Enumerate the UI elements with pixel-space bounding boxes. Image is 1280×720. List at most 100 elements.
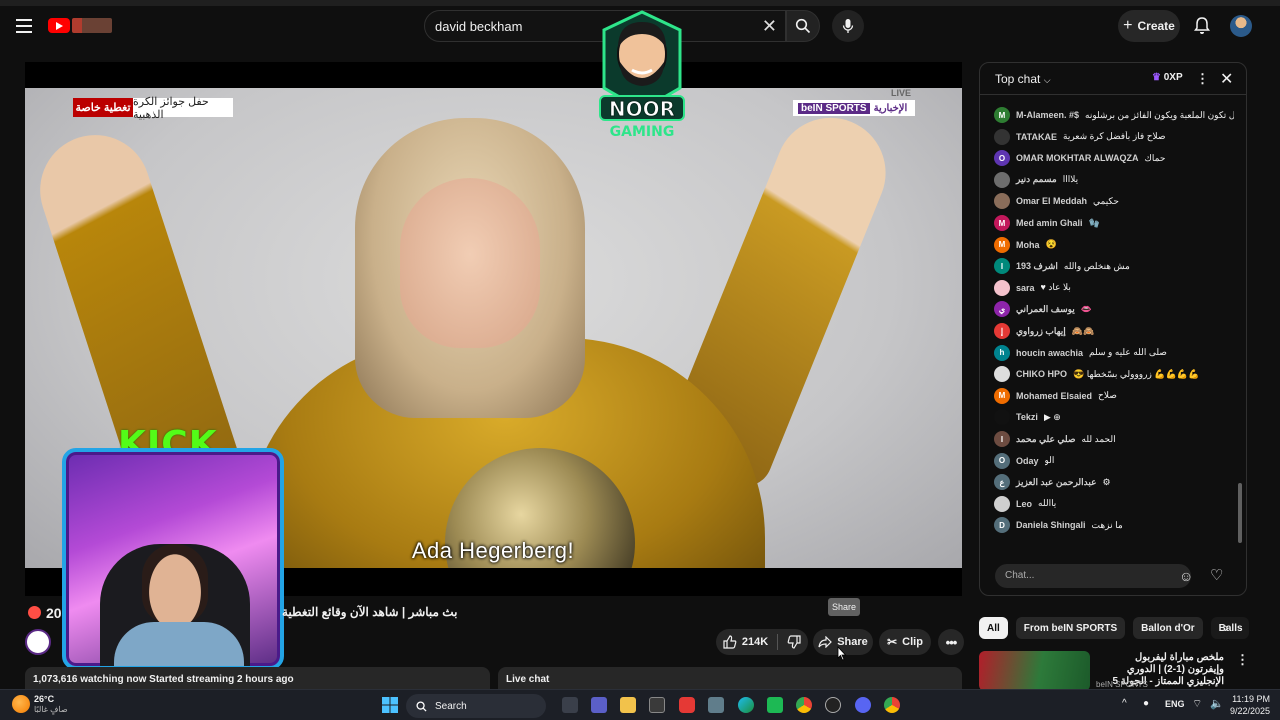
- chat-author-name[interactable]: Tekzi: [1016, 412, 1038, 422]
- chat-message[interactable]: O Oday الو: [994, 452, 1234, 470]
- voice-search-button[interactable]: [832, 10, 864, 42]
- related-video-thumbnail[interactable]: [979, 651, 1090, 691]
- chat-author-avatar[interactable]: M: [994, 236, 1010, 253]
- tray-expand-icon[interactable]: ^: [1122, 698, 1127, 709]
- emoji-icon[interactable]: ☺: [1179, 568, 1193, 584]
- hamburger-menu-icon[interactable]: [16, 19, 32, 33]
- create-button[interactable]: + Create: [1118, 10, 1180, 42]
- clip-button[interactable]: ✂ Clip: [879, 629, 931, 655]
- chat-author-avatar[interactable]: M: [994, 215, 1010, 231]
- chat-author-name[interactable]: Mohamed Elsaied: [1016, 391, 1092, 401]
- chat-options-icon[interactable]: ⋮: [1196, 71, 1209, 87]
- chat-message[interactable]: sara ♥ بلا عاد: [994, 279, 1234, 297]
- chat-author-name[interactable]: عبدالرحمن عبد العزيز: [1016, 477, 1096, 488]
- app-icon-1[interactable]: [708, 697, 724, 713]
- chat-author-name[interactable]: OMAR MOKHTAR ALWAQZA: [1016, 153, 1138, 163]
- youtube-logo[interactable]: [48, 18, 70, 33]
- clock-date[interactable]: 9/22/2025: [1230, 706, 1270, 716]
- chat-message[interactable]: M Med amin Ghali 🧤: [994, 214, 1234, 232]
- channel-avatar[interactable]: [25, 629, 51, 655]
- chrome-profile-icon[interactable]: [884, 697, 900, 713]
- close-chat-icon[interactable]: ✕: [1220, 69, 1233, 89]
- chat-message[interactable]: h houcin awachia صلى الله عليه و سلم: [994, 344, 1234, 362]
- chat-author-avatar[interactable]: [994, 495, 1010, 512]
- chips-next-icon[interactable]: ›: [1224, 619, 1229, 635]
- taskbar-search[interactable]: Search: [406, 694, 546, 718]
- chat-scrollbar[interactable]: [1238, 483, 1242, 543]
- chat-message[interactable]: O OMAR MOKHTAR ALWAQZA حماك: [994, 149, 1234, 167]
- chat-author-avatar[interactable]: ع: [994, 474, 1010, 491]
- chat-author-name[interactable]: Moha: [1016, 240, 1040, 250]
- chat-author-name[interactable]: Oday: [1016, 456, 1039, 466]
- chat-author-avatar[interactable]: I: [994, 258, 1010, 275]
- chat-author-name[interactable]: TATAKAE: [1016, 132, 1057, 142]
- chat-message[interactable]: I صلي علي محمد الحمد لله: [994, 430, 1234, 448]
- chip-balls[interactable]: Balls: [1210, 617, 1249, 639]
- chat-author-name[interactable]: صلي علي محمد: [1016, 434, 1076, 445]
- chat-author-avatar[interactable]: M: [994, 107, 1010, 123]
- windows-start-icon[interactable]: [382, 697, 398, 713]
- media-player-icon[interactable]: [825, 697, 841, 713]
- chat-message[interactable]: I اشرف 193 مش هنخلص والله: [994, 257, 1234, 275]
- chat-message[interactable]: M Mohamed Elsaied صلاح: [994, 387, 1234, 405]
- microphone-tray-icon[interactable]: ●: [1143, 698, 1149, 709]
- chat-author-name[interactable]: sara: [1016, 283, 1035, 293]
- chat-input[interactable]: Chat...: [995, 564, 1191, 588]
- teams-icon[interactable]: [591, 697, 607, 713]
- chat-message[interactable]: TATAKAE صلاح فاز بأفضل كرة شعرية: [994, 128, 1234, 146]
- weather-icon[interactable]: [12, 695, 30, 713]
- chat-author-name[interactable]: CHIKO HPO: [1016, 369, 1067, 379]
- chat-message[interactable]: D Daniela Shingali ما نزهت: [994, 516, 1234, 534]
- chat-author-avatar[interactable]: O: [994, 150, 1010, 167]
- thumbs-down-icon[interactable]: [787, 635, 801, 649]
- chat-author-avatar[interactable]: O: [994, 452, 1010, 469]
- chat-author-avatar[interactable]: M: [994, 387, 1010, 404]
- chat-author-avatar[interactable]: h: [994, 344, 1010, 361]
- chat-author-name[interactable]: اشرف 193: [1016, 261, 1058, 272]
- chrome-icon[interactable]: [796, 697, 812, 713]
- chat-author-avatar[interactable]: I: [994, 431, 1010, 447]
- search-button[interactable]: [786, 10, 820, 42]
- live-chat-section[interactable]: Live chat: [498, 667, 962, 689]
- chat-author-name[interactable]: houcin awachia: [1016, 348, 1083, 358]
- chat-message[interactable]: ي يوسف العمراني 👄: [994, 300, 1234, 318]
- related-more-icon[interactable]: ⋮: [1236, 652, 1249, 668]
- account-avatar[interactable]: [1230, 15, 1252, 37]
- chat-author-avatar[interactable]: ي: [994, 301, 1010, 318]
- volume-icon[interactable]: 🔈: [1210, 697, 1224, 710]
- description-box[interactable]: 1,073,616 watching now Started streaming…: [25, 667, 490, 689]
- chat-message[interactable]: Leo ياالله: [994, 495, 1234, 513]
- chat-author-name[interactable]: Leo: [1016, 499, 1032, 509]
- clock-time[interactable]: 11:19 PM: [1230, 694, 1270, 704]
- chat-author-avatar[interactable]: [994, 171, 1010, 188]
- chip-ballon-dor[interactable]: Ballon d'Or: [1133, 617, 1203, 639]
- task-view-icon[interactable]: [562, 697, 578, 713]
- notifications-bell-icon[interactable]: [1192, 16, 1212, 36]
- chat-author-name[interactable]: Omar El Meddah: [1016, 196, 1087, 206]
- chat-author-avatar[interactable]: [994, 366, 1010, 383]
- youtube-doodle-logo[interactable]: [72, 18, 112, 33]
- file-explorer-icon[interactable]: [620, 697, 636, 713]
- chat-author-name[interactable]: M-Alameen. #$: [1016, 110, 1079, 120]
- xp-badge[interactable]: ♛ 0XP: [1152, 72, 1183, 83]
- chat-author-avatar[interactable]: إ: [994, 323, 1010, 339]
- chat-author-avatar[interactable]: D: [994, 517, 1010, 534]
- wifi-icon[interactable]: ⌔: [1192, 697, 1202, 711]
- chat-message[interactable]: CHIKO HPO 😎 زرووولي بسّخطها 💪💪💪💪: [994, 365, 1234, 383]
- chat-author-name[interactable]: إيهاب زرواوي: [1016, 326, 1066, 337]
- heart-reaction-icon[interactable]: ♡: [1210, 566, 1223, 584]
- chat-message[interactable]: مسمم دنير يلاااا: [994, 171, 1234, 189]
- chat-author-avatar[interactable]: [994, 193, 1010, 210]
- chip-from-bein[interactable]: From beIN SPORTS: [1015, 617, 1126, 639]
- chat-message[interactable]: Tekzi ▶ ⊕: [994, 408, 1234, 426]
- youtube-app-icon[interactable]: [679, 697, 695, 713]
- more-actions-button[interactable]: •••: [938, 629, 964, 655]
- chat-author-avatar[interactable]: [994, 409, 1010, 426]
- chat-message[interactable]: M Moha 😵: [994, 236, 1234, 254]
- discord-icon[interactable]: [855, 697, 871, 713]
- chat-author-avatar[interactable]: [994, 279, 1010, 296]
- top-chat-dropdown[interactable]: Top chat ⌵: [995, 72, 1051, 86]
- language-indicator[interactable]: ENG: [1165, 699, 1185, 709]
- store-icon[interactable]: [649, 697, 665, 713]
- chat-message[interactable]: إ إيهاب زرواوي 🙈🙈: [994, 322, 1234, 340]
